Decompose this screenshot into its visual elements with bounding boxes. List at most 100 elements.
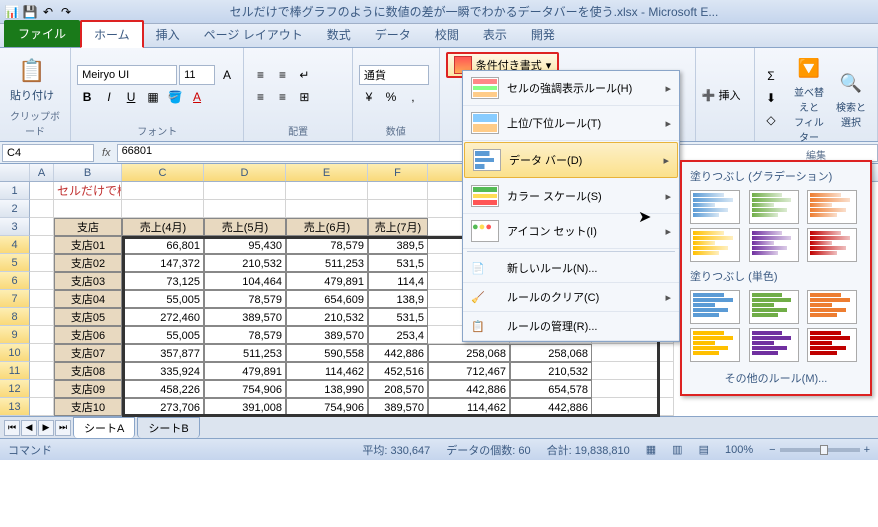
paste-button[interactable]: 📋 貼り付け	[6, 53, 58, 105]
cell[interactable]: 売上(4月)	[122, 218, 204, 236]
databar-option[interactable]	[690, 190, 740, 224]
cell[interactable]: 754,906	[286, 398, 368, 416]
cell[interactable]: 654,578	[510, 380, 592, 398]
row-header[interactable]: 11	[0, 362, 30, 380]
tab-view[interactable]: 表示	[471, 22, 519, 47]
tab-data[interactable]: データ	[363, 22, 423, 47]
cell[interactable]: 104,464	[204, 272, 286, 290]
cell[interactable]: 支店07	[54, 344, 122, 362]
menu-data-bars[interactable]: データ バー(D) ▸	[464, 142, 678, 178]
cell[interactable]: 95,430	[204, 236, 286, 254]
undo-icon[interactable]: ↶	[40, 4, 56, 20]
row-header[interactable]: 10	[0, 344, 30, 362]
cell[interactable]: 258,068	[428, 344, 510, 362]
cell[interactable]: 253,4	[368, 326, 428, 344]
view-normal-icon[interactable]: ▦	[646, 443, 656, 456]
wrap-icon[interactable]: ↵	[294, 65, 314, 85]
cell[interactable]: 511,253	[286, 254, 368, 272]
cell[interactable]	[30, 344, 54, 362]
cell[interactable]: 114,462	[286, 362, 368, 380]
cell[interactable]: 支店02	[54, 254, 122, 272]
currency-icon[interactable]: ¥	[359, 87, 379, 107]
sheet-prev-icon[interactable]: ◀	[21, 420, 37, 436]
cell[interactable]	[592, 344, 674, 362]
cell[interactable]	[30, 308, 54, 326]
row-header[interactable]: 2	[0, 200, 30, 218]
databar-option[interactable]	[690, 228, 740, 262]
col-header[interactable]: C	[122, 164, 204, 181]
databar-option[interactable]	[749, 228, 799, 262]
tab-dev[interactable]: 開発	[519, 22, 567, 47]
tab-insert[interactable]: 挿入	[144, 22, 192, 47]
databar-option[interactable]	[749, 290, 799, 324]
excel-icon[interactable]: 📊	[4, 4, 20, 20]
cell[interactable]: 147,372	[122, 254, 204, 272]
menu-new-rule[interactable]: 📄 新しいルール(N)...	[463, 254, 679, 283]
italic-button[interactable]: I	[99, 87, 119, 107]
cell[interactable]	[204, 200, 286, 218]
fx-icon[interactable]: fx	[96, 147, 117, 159]
cell[interactable]: 712,467	[428, 362, 510, 380]
autosum-icon[interactable]: Σ	[761, 66, 781, 86]
cell[interactable]: 452,516	[368, 362, 428, 380]
name-box[interactable]: C4	[2, 144, 94, 162]
cell[interactable]: 114,462	[428, 398, 510, 416]
cell[interactable]: 55,005	[122, 290, 204, 308]
cell[interactable]: 479,891	[204, 362, 286, 380]
cell[interactable]: 売上(5月)	[204, 218, 286, 236]
align-mid-icon[interactable]: ≡	[272, 65, 292, 85]
cell[interactable]	[204, 182, 286, 200]
cell[interactable]	[30, 326, 54, 344]
databar-option[interactable]	[690, 290, 740, 324]
cell[interactable]: 208,570	[368, 380, 428, 398]
cell[interactable]: 754,906	[204, 380, 286, 398]
cell[interactable]: 支店10	[54, 398, 122, 416]
sheet-first-icon[interactable]: ⏮	[4, 420, 20, 436]
cell[interactable]	[30, 254, 54, 272]
cell[interactable]: 支店05	[54, 308, 122, 326]
row-header[interactable]: 12	[0, 380, 30, 398]
cell[interactable]	[30, 398, 54, 416]
cell[interactable]: 391,008	[204, 398, 286, 416]
percent-icon[interactable]: %	[381, 87, 401, 107]
col-header[interactable]: B	[54, 164, 122, 181]
col-header[interactable]: E	[286, 164, 368, 181]
row-header[interactable]: 1	[0, 182, 30, 200]
cell[interactable]: 78,579	[204, 290, 286, 308]
cell[interactable]	[30, 272, 54, 290]
cell[interactable]: 335,924	[122, 362, 204, 380]
cell[interactable]	[122, 200, 204, 218]
menu-color-scales[interactable]: カラー スケール(S) ▸	[463, 179, 679, 214]
cell[interactable]: 55,005	[122, 326, 204, 344]
cell[interactable]: 511,253	[204, 344, 286, 362]
databar-option[interactable]	[749, 328, 799, 362]
clear-icon[interactable]: ◇	[761, 110, 781, 130]
databar-option[interactable]	[807, 290, 857, 324]
fill-icon[interactable]: ⬇	[761, 88, 781, 108]
row-header[interactable]: 7	[0, 290, 30, 308]
cell[interactable]: 389,570	[286, 326, 368, 344]
row-header[interactable]: 5	[0, 254, 30, 272]
tab-file[interactable]: ファイル	[4, 20, 80, 47]
row-header[interactable]: 6	[0, 272, 30, 290]
row-header[interactable]: 3	[0, 218, 30, 236]
cell[interactable]	[30, 236, 54, 254]
menu-manage-rules[interactable]: 📋 ルールの管理(R)...	[463, 312, 679, 341]
cell[interactable]: 支店04	[54, 290, 122, 308]
cell[interactable]	[592, 380, 674, 398]
bold-button[interactable]: B	[77, 87, 97, 107]
border-button[interactable]: ▦	[143, 87, 163, 107]
tab-review[interactable]: 校閲	[423, 22, 471, 47]
cell[interactable]: 支店06	[54, 326, 122, 344]
cell[interactable]: 138,9	[368, 290, 428, 308]
cell[interactable]: 210,532	[204, 254, 286, 272]
cell[interactable]	[30, 290, 54, 308]
cell[interactable]: 258,068	[510, 344, 592, 362]
font-color-button[interactable]: A	[187, 87, 207, 107]
align-center-icon[interactable]: ≡	[272, 87, 292, 107]
cell[interactable]	[368, 200, 428, 218]
zoom-out-button[interactable]: −	[769, 444, 775, 456]
cell[interactable]: 78,579	[204, 326, 286, 344]
col-header[interactable]: F	[368, 164, 428, 181]
cell[interactable]: 支店08	[54, 362, 122, 380]
